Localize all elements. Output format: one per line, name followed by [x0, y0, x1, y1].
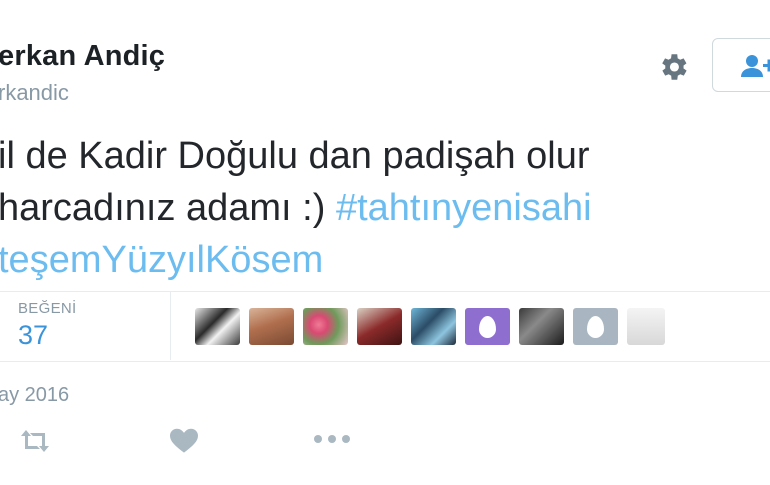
avatar[interactable] [411, 308, 456, 345]
avatar[interactable] [249, 308, 294, 345]
add-user-icon [741, 55, 770, 77]
more-icon[interactable] [313, 434, 351, 444]
retweet-icon[interactable] [18, 428, 52, 454]
gear-icon[interactable] [654, 48, 692, 86]
avatar[interactable] [465, 308, 510, 345]
tweet-line-2-text: harcadınız adamı :) [0, 187, 336, 229]
hashtag-link[interactable]: #tahtınyenisahi [336, 187, 592, 229]
egg-avatar-icon [587, 315, 604, 338]
likes-count[interactable]: 37 [18, 320, 48, 351]
tweet-line-1: il de Kadir Doğulu dan padişah olur [0, 135, 590, 177]
avatar[interactable] [573, 308, 618, 345]
user-handle[interactable]: rkandic [0, 80, 69, 106]
like-icon[interactable] [170, 428, 198, 454]
avatar[interactable] [357, 308, 402, 345]
tweet-line-2: harcadınız adamı :) #tahtınyenisahi [0, 182, 592, 234]
divider [0, 361, 770, 362]
tweet-line-3: teşemYüzyılKösem [0, 234, 592, 286]
stats-divider [170, 292, 171, 360]
liked-by-avatars [195, 308, 665, 345]
avatar[interactable] [519, 308, 564, 345]
hashtag-link[interactable]: teşemYüzyılKösem [0, 239, 323, 281]
tweet-timestamp[interactable]: ay 2016 [0, 384, 69, 407]
tweet-text: il de Kadir Doğulu dan padişah olur harc… [0, 130, 592, 286]
avatar[interactable] [627, 308, 665, 345]
egg-avatar-icon [479, 315, 496, 338]
likes-label: BEĞENİ [18, 300, 77, 317]
follow-button[interactable] [712, 38, 770, 92]
avatar[interactable] [303, 308, 348, 345]
avatar[interactable] [195, 308, 240, 345]
user-display-name[interactable]: erkan Andiç [0, 40, 165, 73]
divider [0, 291, 770, 292]
